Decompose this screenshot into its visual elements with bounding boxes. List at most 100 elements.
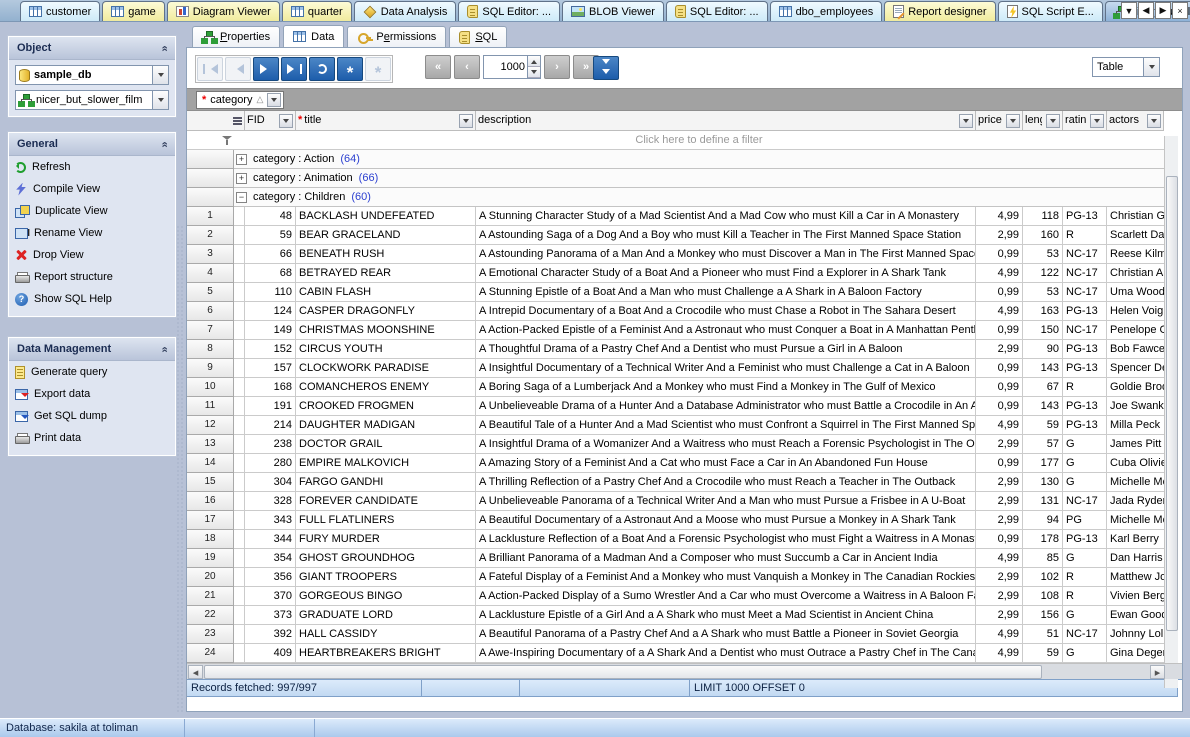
cell-len[interactable]: 163 (1023, 302, 1063, 321)
cell-len[interactable]: 94 (1023, 511, 1063, 530)
window-tab-diagram-viewer[interactable]: Diagram Viewer (167, 1, 280, 21)
cell-rat[interactable]: G (1063, 473, 1107, 492)
sidebar-item-drop-view[interactable]: Drop View (9, 244, 175, 266)
cell-act[interactable]: Uma Wood (1107, 283, 1164, 302)
column-header-act[interactable]: actors (1107, 111, 1164, 131)
cell-rat[interactable]: PG-13 (1063, 416, 1107, 435)
cell-rat[interactable]: G (1063, 644, 1107, 663)
column-filter-dropdown[interactable] (959, 114, 973, 128)
cell-len[interactable]: 131 (1023, 492, 1063, 511)
row-number[interactable]: 5 (187, 283, 234, 302)
cell-act[interactable]: Goldie Brody (1107, 378, 1164, 397)
cell-rat[interactable]: NC-17 (1063, 264, 1107, 283)
cell-title[interactable]: COMANCHEROS ENEMY (296, 378, 476, 397)
cell-title[interactable]: GIANT TROOPERS (296, 568, 476, 587)
last-record-button[interactable] (281, 57, 307, 81)
cell-act[interactable]: Scarlett Damon (1107, 226, 1164, 245)
cell-rat[interactable]: G (1063, 549, 1107, 568)
cell-title[interactable]: GRADUATE LORD (296, 606, 476, 625)
general-panel-header[interactable]: General « (9, 133, 175, 156)
cell-title[interactable]: FOREVER CANDIDATE (296, 492, 476, 511)
cell-act[interactable]: Ewan Gooding (1107, 606, 1164, 625)
object-combo-dropdown[interactable] (152, 91, 168, 109)
cell-fid[interactable]: 373 (245, 606, 296, 625)
cell-price[interactable]: 0,99 (976, 283, 1023, 302)
sidebar-item-report-structure[interactable]: Report structure (9, 266, 175, 288)
cell-description[interactable]: A Awe-Inspiring Documentary of a A Shark… (476, 644, 976, 663)
cell-fid[interactable]: 409 (245, 644, 296, 663)
cell-fid[interactable]: 214 (245, 416, 296, 435)
cell-description[interactable]: A Amazing Story of a Feminist And a Cat … (476, 454, 976, 473)
vertical-scrollbar[interactable] (1164, 136, 1178, 688)
cell-len[interactable]: 59 (1023, 644, 1063, 663)
row-gutter[interactable] (187, 188, 234, 207)
cell-act[interactable]: Cuba Olivier (1107, 454, 1164, 473)
sidebar-item-duplicate-view[interactable]: Duplicate View (9, 200, 175, 222)
group-field-dropdown[interactable] (267, 93, 281, 107)
cell-act[interactable]: Michelle McConaughey (1107, 511, 1164, 530)
cell-title[interactable]: FARGO GANDHI (296, 473, 476, 492)
sidebar-item-export-data[interactable]: Export data (9, 383, 175, 405)
row-number[interactable]: 12 (187, 416, 234, 435)
row-number[interactable]: 7 (187, 321, 234, 340)
cell-fid[interactable]: 152 (245, 340, 296, 359)
cell-rat[interactable]: PG-13 (1063, 397, 1107, 416)
column-filter-dropdown[interactable] (1147, 114, 1161, 128)
cell-description[interactable]: A Beautiful Panorama of a Pastry Chef An… (476, 625, 976, 644)
cell-len[interactable]: 122 (1023, 264, 1063, 283)
spin-up-icon[interactable] (528, 56, 540, 67)
cell-rat[interactable]: PG-13 (1063, 207, 1107, 226)
cell-act[interactable]: Johnny Lollobrigida (1107, 625, 1164, 644)
cell-description[interactable]: A Brilliant Panorama of a Madman And a C… (476, 549, 976, 568)
cell-title[interactable]: CIRCUS YOUTH (296, 340, 476, 359)
row-number[interactable]: 6 (187, 302, 234, 321)
cell-len[interactable]: 178 (1023, 530, 1063, 549)
cell-price[interactable]: 2,99 (976, 511, 1023, 530)
cell-price[interactable]: 2,99 (976, 473, 1023, 492)
cell-title[interactable]: BEAR GRACELAND (296, 226, 476, 245)
row-gutter[interactable] (187, 150, 234, 169)
cell-len[interactable]: 108 (1023, 587, 1063, 606)
cell-len[interactable]: 59 (1023, 416, 1063, 435)
cell-title[interactable]: BETRAYED REAR (296, 264, 476, 283)
cell-len[interactable]: 57 (1023, 435, 1063, 454)
cell-fid[interactable]: 354 (245, 549, 296, 568)
column-header-title[interactable]: *title (296, 111, 476, 131)
cell-fid[interactable]: 191 (245, 397, 296, 416)
data-management-panel-header[interactable]: Data Management « (9, 338, 175, 361)
next-page-button[interactable]: › (544, 55, 570, 79)
row-number[interactable]: 20 (187, 568, 234, 587)
scroll-left-icon[interactable]: ◂ (188, 665, 203, 679)
cell-description[interactable]: A Insightful Documentary of a Technical … (476, 359, 976, 378)
record-limit-spinner[interactable] (483, 55, 541, 79)
cell-description[interactable]: A Lacklusture Reflection of a Boat And a… (476, 530, 976, 549)
column-header-price[interactable]: price (976, 111, 1023, 131)
row-number[interactable]: 3 (187, 245, 234, 264)
cell-fid[interactable]: 68 (245, 264, 296, 283)
filter-hint[interactable]: Click here to define a filter (234, 131, 1164, 150)
cell-price[interactable]: 2,99 (976, 226, 1023, 245)
sidebar-splitter[interactable] (176, 225, 183, 712)
cell-title[interactable]: FURY MURDER (296, 530, 476, 549)
cell-price[interactable]: 4,99 (976, 416, 1023, 435)
cell-len[interactable]: 51 (1023, 625, 1063, 644)
view-mode-dropdown[interactable] (1143, 58, 1159, 76)
cell-title[interactable]: EMPIRE MALKOVICH (296, 454, 476, 473)
cell-len[interactable]: 102 (1023, 568, 1063, 587)
cell-title[interactable]: CABIN FLASH (296, 283, 476, 302)
sidebar-item-refresh[interactable]: Refresh (9, 156, 175, 178)
cell-len[interactable]: 156 (1023, 606, 1063, 625)
next-record-button[interactable] (253, 57, 279, 81)
cell-len[interactable]: 150 (1023, 321, 1063, 340)
spin-down-icon[interactable] (528, 67, 540, 78)
cell-rat[interactable]: NC-17 (1063, 625, 1107, 644)
row-number[interactable]: 22 (187, 606, 234, 625)
column-filter-dropdown[interactable] (279, 114, 293, 128)
vertical-scrollbar-thumb[interactable] (1166, 176, 1178, 631)
prior-record-button[interactable] (225, 57, 251, 81)
cell-description[interactable]: A Action-Packed Display of a Sumo Wrestl… (476, 587, 976, 606)
cell-description[interactable]: A Thoughtful Drama of a Pastry Chef And … (476, 340, 976, 359)
row-number[interactable]: 10 (187, 378, 234, 397)
cell-price[interactable]: 4,99 (976, 207, 1023, 226)
cell-description[interactable]: A Action-Packed Epistle of a Feminist An… (476, 321, 976, 340)
